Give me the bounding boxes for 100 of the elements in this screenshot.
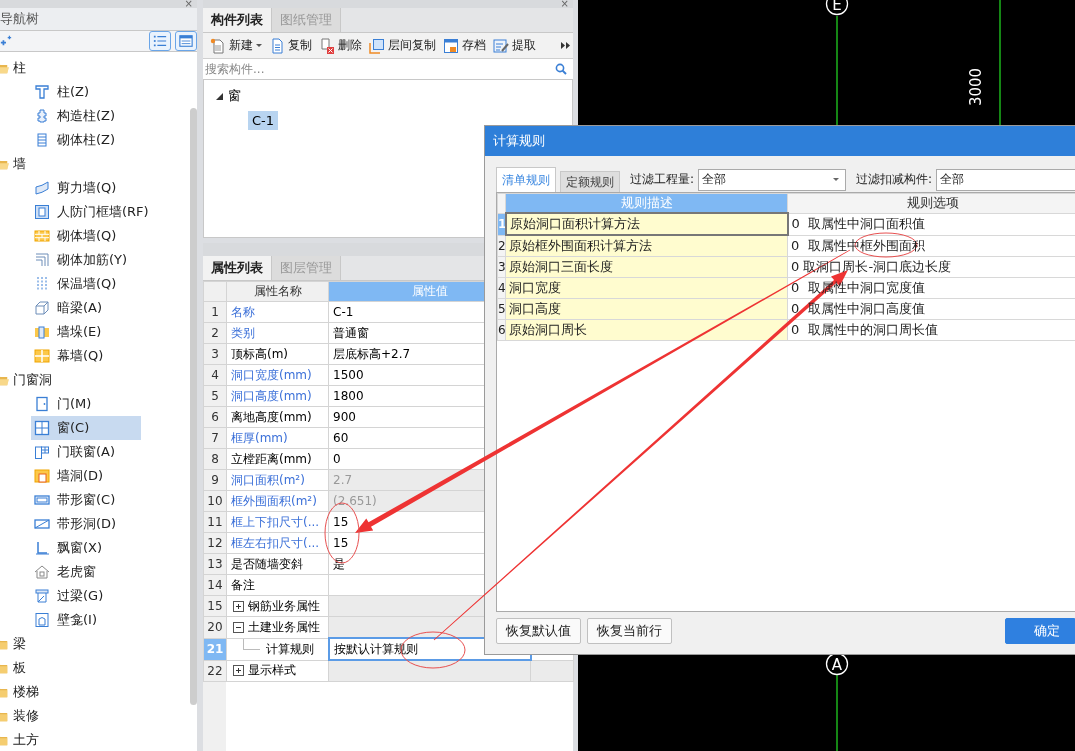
column-header: 规则描述	[505, 193, 788, 213]
tree-item[interactable]: 土方	[13, 731, 39, 749]
confirm-button[interactable]: 确定	[1005, 618, 1075, 644]
tree-item[interactable]: 砌体墙(Q)	[57, 227, 117, 245]
tree-item[interactable]: 窗	[228, 87, 241, 105]
list-view-button[interactable]	[149, 31, 171, 51]
tree-item[interactable]: 柱(Z)	[57, 83, 90, 101]
row-number: 22	[203, 660, 227, 682]
property-group: 显示样式	[248, 662, 296, 680]
toolbar-button[interactable]: 复制	[269, 37, 312, 54]
add-icon[interactable]	[0, 35, 12, 47]
filter-field[interactable]: 全部	[936, 168, 1075, 191]
search-icon[interactable]	[555, 63, 567, 75]
row-number: 10	[203, 490, 227, 512]
property-group: 钢筋业务属性	[248, 597, 320, 615]
row-number: 6	[203, 406, 227, 428]
tree-item[interactable]: 构造柱(Z)	[57, 107, 116, 125]
property-name: 计算规则	[266, 640, 314, 658]
dialog-tab[interactable]: 清单规则	[496, 167, 556, 192]
tree-item[interactable]: 板	[13, 659, 26, 677]
tree-item[interactable]: 砌体柱(Z)	[57, 131, 116, 149]
tree-item[interactable]: 带形窗(C)	[57, 491, 116, 509]
new-document-icon	[210, 37, 226, 54]
tree-item[interactable]: 门联窗(A)	[57, 443, 116, 461]
toolbar-button[interactable]: 提取	[493, 37, 536, 54]
rule-description[interactable]: 原始框外围面积计算方法	[505, 235, 788, 257]
property-name: 离地高度(mm)	[226, 406, 329, 428]
tree-item[interactable]: 墙垛(E)	[57, 323, 102, 341]
more-icon[interactable]	[561, 42, 570, 49]
tree-item[interactable]: 砌体加筋(Y)	[57, 251, 128, 269]
property-name: 洞口高度(mm)	[226, 385, 329, 407]
row-number: 3	[497, 256, 506, 278]
tree-item[interactable]: 柱	[13, 59, 26, 77]
delete-document-icon	[319, 37, 335, 54]
toolbar-button[interactable]: 新建	[210, 37, 262, 54]
house-icon	[34, 564, 50, 580]
row-number: 1	[203, 301, 227, 323]
tree-item[interactable]: 老虎窗	[57, 563, 96, 581]
panel-tab[interactable]: 构件列表	[203, 8, 272, 32]
extract-icon	[493, 37, 509, 54]
expand-icon[interactable]	[233, 665, 244, 677]
tree-item[interactable]: 人防门框墙(RF)	[57, 203, 149, 221]
row-number: 4	[203, 364, 227, 386]
opening-icon	[34, 468, 50, 484]
save-icon	[443, 37, 459, 54]
tree-item[interactable]: 幕墙(Q)	[57, 347, 104, 365]
panel-view-button[interactable]	[175, 31, 197, 51]
tree-item[interactable]: 梁	[13, 635, 26, 653]
row-number: 20	[203, 616, 227, 638]
grid-panel-icon	[34, 348, 50, 364]
expand-arrow-icon[interactable]	[216, 92, 223, 100]
dashed-lines-icon	[34, 276, 50, 292]
dialog-button[interactable]: 恢复默认值	[496, 618, 581, 644]
dialog-button[interactable]: 恢复当前行	[587, 618, 672, 644]
filter-label: 过滤工程量:	[630, 171, 695, 188]
toolbar-button[interactable]: 层间复制	[369, 37, 436, 54]
filter-dropdown[interactable]: 全部	[698, 168, 847, 191]
tree-item[interactable]: 门窗洞	[13, 371, 52, 389]
dialog-tab[interactable]: 定额规则	[560, 171, 620, 192]
strip-window-icon	[34, 492, 50, 508]
toolbar-button[interactable]: 删除	[319, 37, 362, 54]
tree-item[interactable]: 飘窗(X)	[57, 539, 103, 557]
close-button[interactable]: ×	[184, 0, 193, 8]
property-name: 立樘距离(mm)	[226, 448, 329, 470]
document-icon	[269, 37, 285, 54]
row-number: 15	[203, 595, 227, 617]
row-number: 7	[203, 427, 227, 449]
row-number: 8	[203, 448, 227, 470]
tree-item[interactable]: 楼梯	[13, 683, 39, 701]
caret-icon	[256, 44, 262, 47]
tree-item[interactable]: 壁龛(I)	[57, 611, 97, 629]
collapse-icon[interactable]	[233, 621, 244, 633]
strip-opening-icon	[34, 516, 50, 532]
tree-item[interactable]: 装修	[13, 707, 39, 725]
caret-icon	[833, 178, 840, 181]
niche-icon	[34, 612, 50, 628]
pillar-icon	[34, 108, 50, 124]
rule-description[interactable]: 原始洞口面积计算方法	[505, 213, 788, 235]
tree-item[interactable]: 过梁(G)	[57, 587, 104, 605]
property-name: 洞口面积(m²)	[226, 469, 329, 491]
tree-item[interactable]: 门(M)	[57, 395, 92, 413]
panel-tab[interactable]: 属性列表	[203, 256, 272, 280]
scrollbar[interactable]	[190, 108, 197, 705]
rule-description[interactable]: 原始洞口三面长度	[505, 256, 788, 278]
tree-item[interactable]: 墙洞(D)	[57, 467, 104, 485]
row-number: 6	[497, 319, 506, 341]
tree-item[interactable]: 墙	[13, 155, 26, 173]
close-button[interactable]: ×	[560, 0, 569, 8]
door-window-icon	[34, 444, 50, 460]
tree-item[interactable]: 暗梁(A)	[57, 299, 103, 317]
expand-icon[interactable]	[233, 600, 244, 612]
column-icon	[34, 84, 50, 100]
tree-item[interactable]: 带形洞(D)	[57, 515, 117, 533]
bay-window-icon	[34, 540, 50, 556]
row-number: 21	[203, 638, 227, 660]
tree-item[interactable]: 窗(C)	[57, 419, 90, 437]
tree-item[interactable]: 剪力墙(Q)	[57, 179, 117, 197]
tree-item[interactable]: C-1	[248, 110, 279, 130]
toolbar-button[interactable]: 存档	[443, 37, 486, 54]
tree-item[interactable]: 保温墙(Q)	[57, 275, 117, 293]
